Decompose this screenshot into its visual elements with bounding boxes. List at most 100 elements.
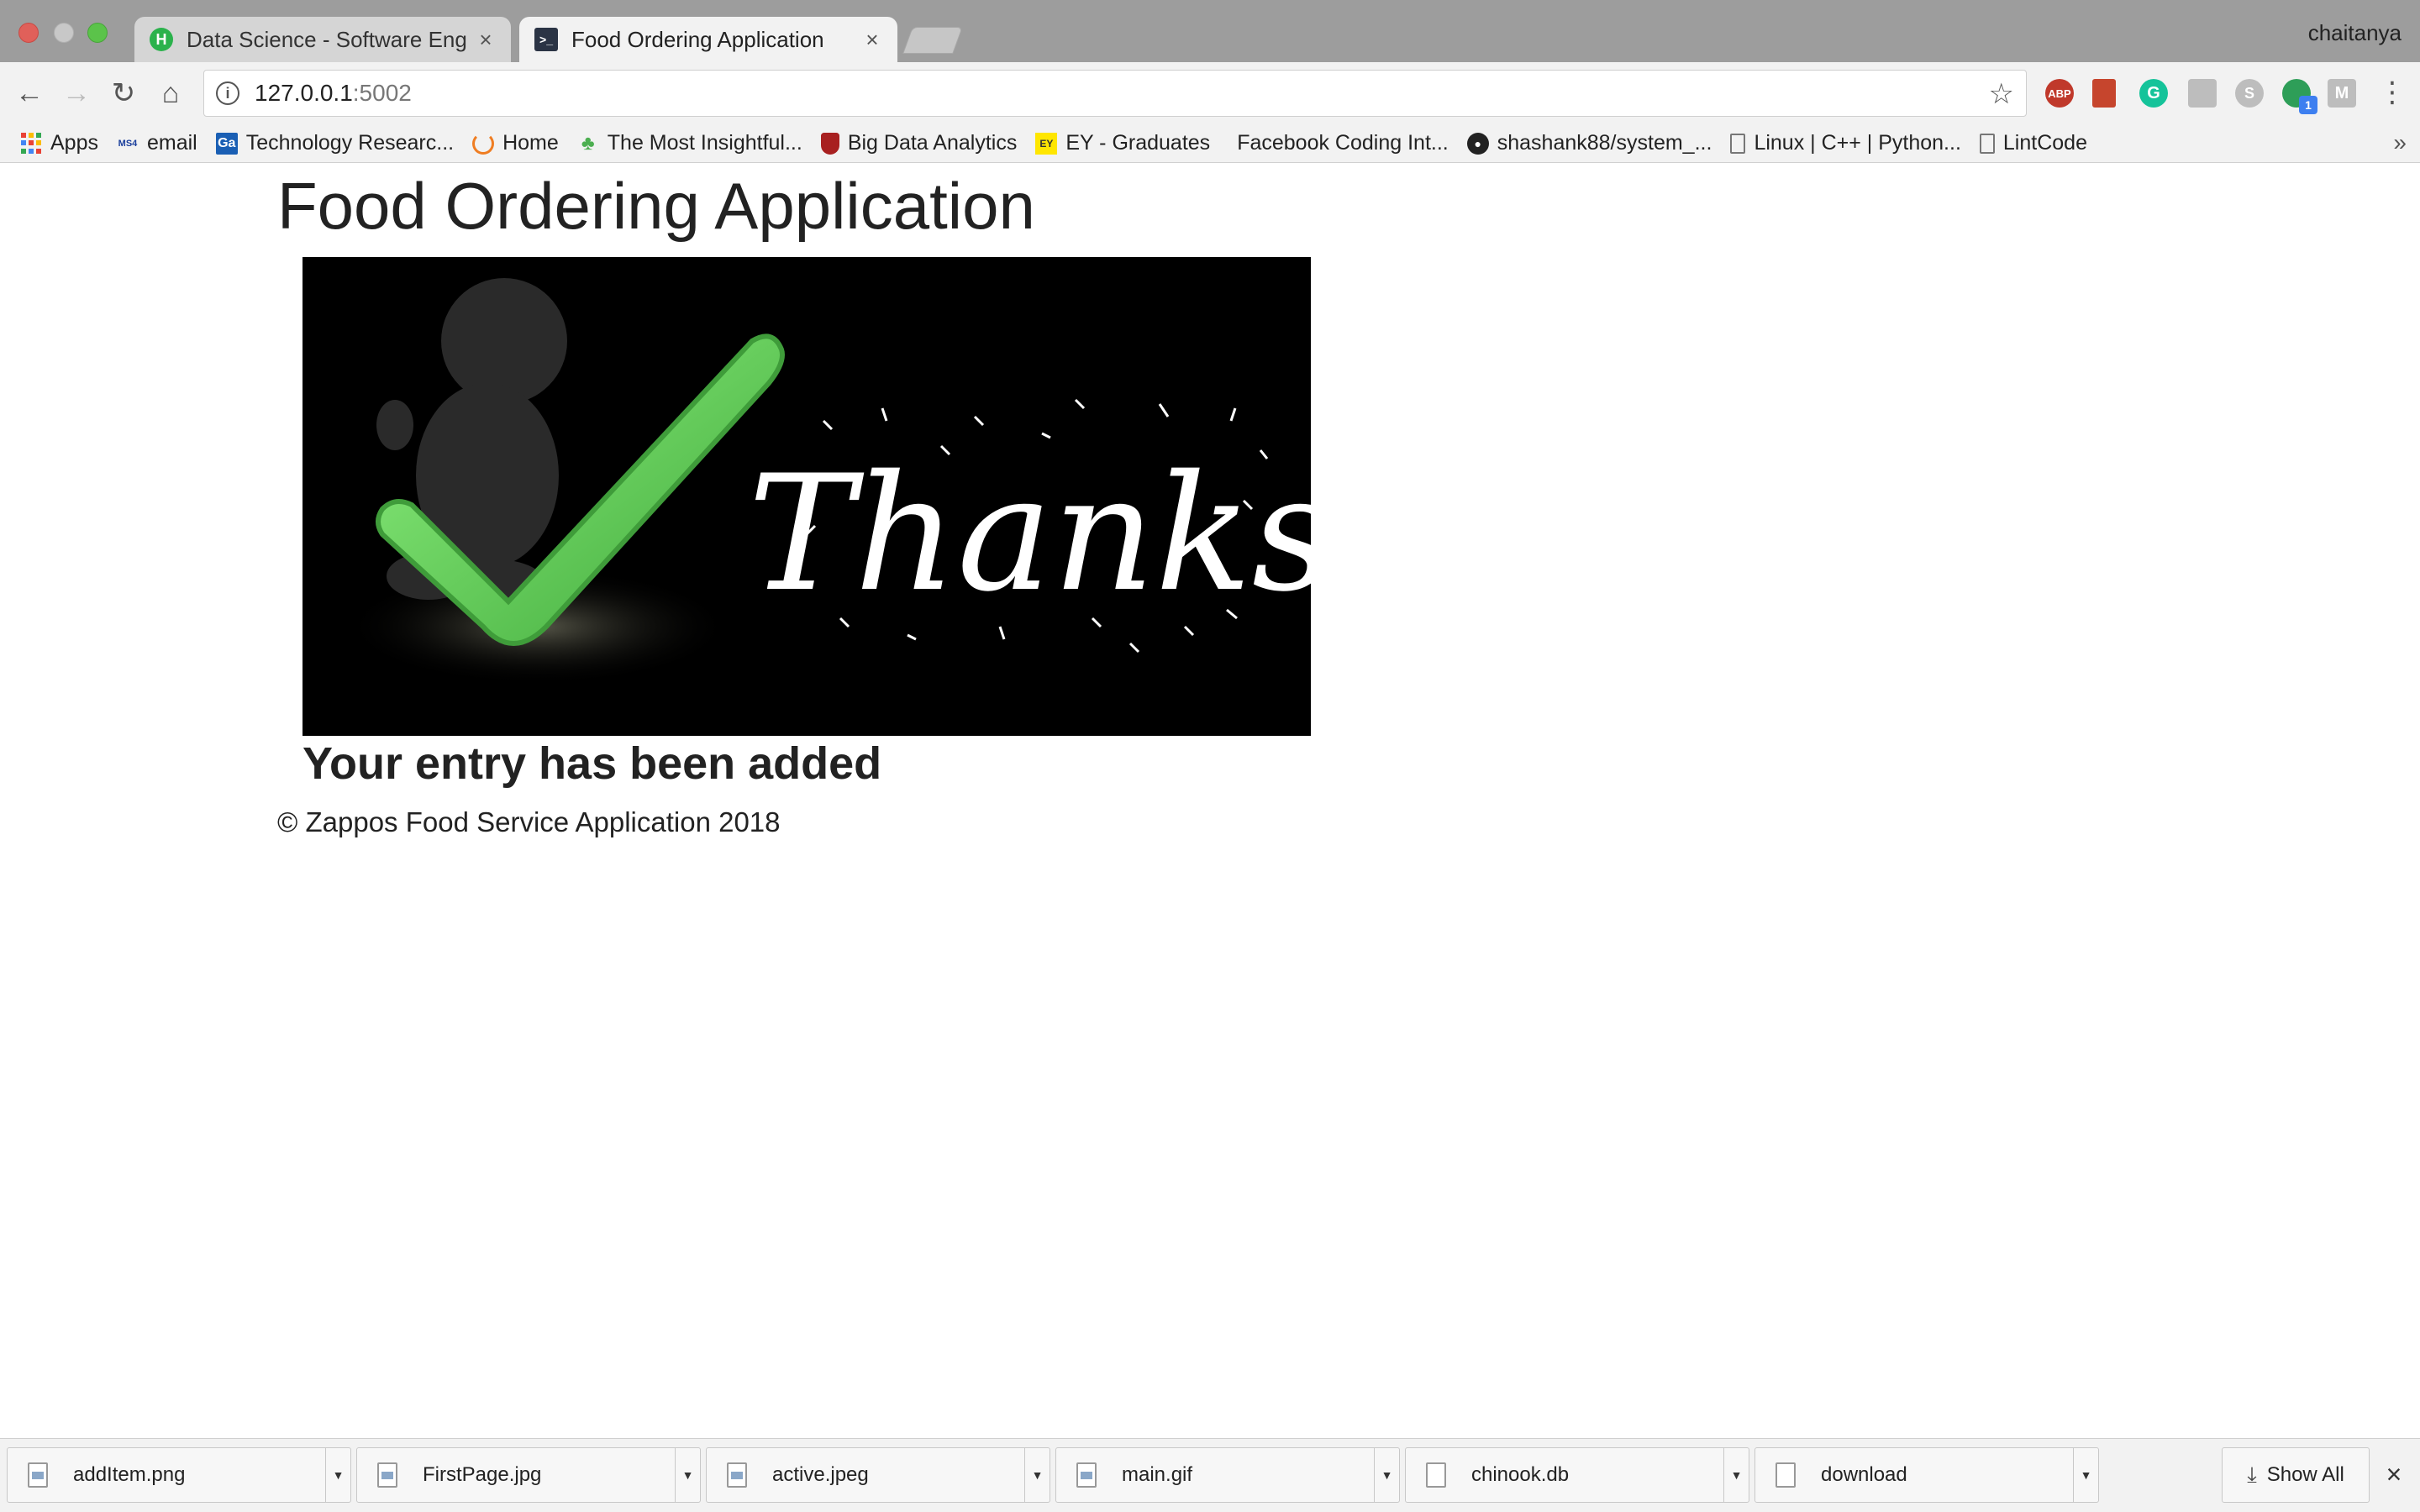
confirmation-message: Your entry has been added	[302, 738, 882, 789]
download-item[interactable]: chinook.db ▼	[1405, 1447, 1749, 1503]
profile-name[interactable]: chaitanya	[2308, 20, 2402, 46]
bookmarks-overflow-icon[interactable]: »	[2393, 129, 2407, 156]
extension-icon[interactable]	[2188, 79, 2217, 108]
bookmark-email[interactable]: MS4 email	[117, 131, 197, 155]
download-filename: FirstPage.jpg	[423, 1463, 542, 1486]
bookmark-label: Big Data Analytics	[847, 131, 1018, 155]
bookmark-label: Technology Researc...	[245, 131, 455, 155]
bookmark-star-icon[interactable]: ☆	[1989, 77, 2014, 111]
address-bar[interactable]: i 127.0.0.1:5002 ☆	[203, 70, 2027, 117]
reload-icon[interactable]: ↻	[106, 76, 141, 111]
tab-close-icon[interactable]: ×	[862, 27, 882, 53]
download-icon: ⤓	[2247, 1462, 2257, 1487]
browser-toolbar: ← → ↻ ⌂ i 127.0.0.1:5002 ☆ ABP G S 1 M ⋮	[0, 62, 2420, 124]
download-shelf: addItem.png ▼ FirstPage.jpg ▼ active.jpe…	[0, 1438, 2420, 1512]
bookmark-label: LintCode	[2002, 131, 2087, 155]
download-item[interactable]: main.gif ▼	[1055, 1447, 1400, 1503]
bookmark-label: Apps	[50, 131, 98, 155]
image-file-icon	[727, 1462, 747, 1488]
chevron-down-icon[interactable]: ▼	[1024, 1448, 1050, 1502]
file-icon	[1426, 1462, 1446, 1488]
bookmark-linux-cpp-python[interactable]: Linux | C++ | Python...	[1730, 131, 1961, 155]
bookmark-ey-graduates[interactable]: EY EY - Graduates	[1035, 131, 1210, 155]
image-file-icon	[377, 1462, 397, 1488]
chevron-down-icon[interactable]: ▼	[325, 1448, 350, 1502]
grammarly-icon[interactable]: G	[2139, 79, 2168, 108]
bookmark-label: shashank88/system_...	[1497, 131, 1712, 155]
window-maximize-button[interactable]	[87, 23, 108, 43]
bookmark-extension-icon[interactable]	[2092, 79, 2116, 108]
download-item[interactable]: download ▼	[1754, 1447, 2099, 1503]
tab-title: Food Ordering Application	[571, 26, 824, 52]
back-arrow-icon[interactable]: ←	[12, 76, 47, 111]
gartner-icon: Ga	[215, 132, 238, 155]
download-filename: addItem.png	[73, 1463, 186, 1486]
window-minimize-button[interactable]	[54, 23, 74, 43]
tab-strip: H Data Science - Software Engin × >_ Foo…	[0, 0, 2420, 62]
home-icon[interactable]: ⌂	[153, 76, 188, 111]
github-icon: ●	[1466, 132, 1489, 155]
tab-data-science[interactable]: H Data Science - Software Engin ×	[134, 17, 511, 62]
hangouts-icon[interactable]: 1	[2282, 79, 2317, 114]
hackerrank-icon: H	[150, 28, 173, 51]
page-icon	[1730, 133, 1746, 154]
tab-food-ordering[interactable]: >_ Food Ordering Application ×	[519, 17, 897, 62]
url-host: 127.0.0.1	[255, 80, 353, 106]
bookmark-github-system[interactable]: ● shashank88/system_...	[1466, 131, 1712, 155]
bookmark-home[interactable]: Home	[472, 131, 559, 155]
chevron-down-icon[interactable]: ▼	[2073, 1448, 2098, 1502]
chevron-down-icon[interactable]: ▼	[675, 1448, 700, 1502]
shield-icon	[820, 132, 839, 155]
download-item[interactable]: FirstPage.jpg ▼	[356, 1447, 701, 1503]
bookmark-apps[interactable]: Apps	[20, 131, 98, 155]
bookmark-label: EY - Graduates	[1065, 131, 1211, 155]
bookmark-label: Home	[502, 131, 559, 155]
download-filename: active.jpeg	[772, 1463, 869, 1486]
bookmark-label: Facebook Coding Int...	[1237, 131, 1449, 155]
bookmark-label: Linux | C++ | Python...	[1754, 131, 1961, 155]
download-filename: chinook.db	[1471, 1463, 1570, 1486]
tree-icon: ♣	[581, 131, 595, 155]
forward-arrow-icon[interactable]: →	[59, 76, 94, 111]
download-item[interactable]: active.jpeg ▼	[706, 1447, 1050, 1503]
footer-copyright: © Zappos Food Service Application 2018	[277, 806, 781, 837]
notification-badge: 1	[2299, 96, 2317, 114]
image-file-icon	[28, 1462, 48, 1488]
bookmark-most-insightful[interactable]: ♣ The Most Insightful...	[577, 131, 802, 155]
close-icon[interactable]: ×	[2381, 1459, 2407, 1490]
bookmark-label: email	[146, 131, 197, 155]
ey-icon: EY	[1035, 132, 1058, 155]
new-tab-button[interactable]	[902, 27, 963, 54]
bookmarks-bar: Apps MS4 email Ga Technology Researc... …	[0, 124, 2420, 163]
show-all-downloads-button[interactable]: ⤓ Show All	[2222, 1447, 2370, 1503]
terminal-icon: >_	[534, 28, 558, 51]
download-filename: download	[1821, 1463, 1907, 1486]
show-all-label: Show All	[2266, 1463, 2344, 1486]
bookmark-technology-research[interactable]: Ga Technology Researc...	[215, 131, 455, 155]
tab-close-icon[interactable]: ×	[476, 27, 496, 53]
info-icon[interactable]: i	[216, 81, 239, 105]
bookmark-label: The Most Insightful...	[607, 131, 802, 155]
thanks-text: Thanks!	[748, 441, 1311, 627]
skype-icon[interactable]: S	[2235, 79, 2264, 108]
download-item[interactable]: addItem.png ▼	[7, 1447, 351, 1503]
window-close-button[interactable]	[18, 23, 39, 43]
chevron-down-icon[interactable]: ▼	[1723, 1448, 1749, 1502]
adblock-plus-icon[interactable]: ABP	[2045, 79, 2074, 108]
file-icon	[1776, 1462, 1796, 1488]
bookmark-lintcode[interactable]: LintCode	[1979, 131, 2087, 155]
page-icon	[1979, 133, 1995, 154]
mercury-icon[interactable]: M	[2328, 79, 2356, 108]
thanks-illustration: Thanks!	[302, 257, 1311, 736]
page-content: Food Ordering Application Thank Your ent…	[0, 163, 2420, 1438]
download-filename: main.gif	[1122, 1463, 1193, 1486]
more-menu-icon[interactable]: ⋮	[2378, 76, 2407, 109]
page-title: Food Ordering Application	[277, 169, 1035, 243]
url-port: :5002	[352, 80, 412, 106]
bookmark-big-data-analytics[interactable]: Big Data Analytics	[820, 131, 1018, 155]
bookmark-facebook-coding[interactable]: Facebook Coding Int...	[1237, 131, 1449, 155]
ms4-icon: MS4	[118, 138, 138, 149]
thanks-image: Thanks!	[302, 257, 1311, 736]
apps-grid-icon	[20, 132, 42, 155]
chevron-down-icon[interactable]: ▼	[1374, 1448, 1399, 1502]
